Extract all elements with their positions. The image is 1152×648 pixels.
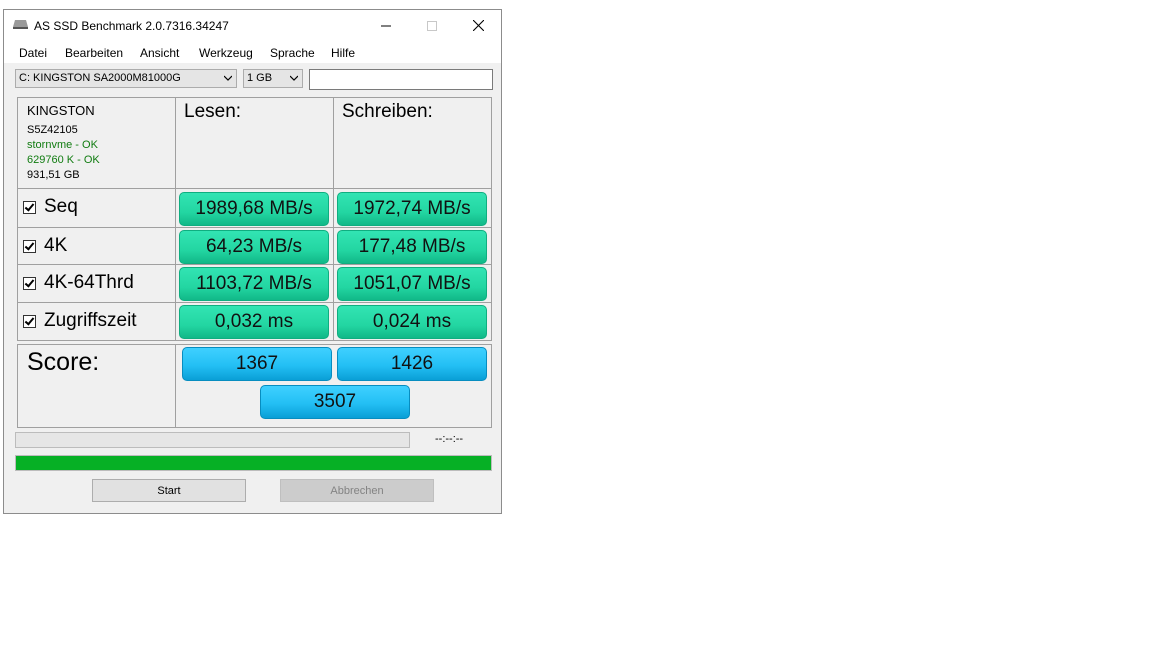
drive-name: KINGSTON: [27, 103, 95, 118]
4k-write-result: 177,48 MB/s: [337, 230, 487, 264]
drive-select[interactable]: C: KINGSTON SA2000M81000G: [15, 69, 237, 88]
4k64-checkbox-row[interactable]: 4K-64Thrd: [23, 272, 134, 294]
checkbox-checked-icon[interactable]: [23, 239, 36, 253]
minimize-icon: [381, 25, 391, 26]
score-label: Score:: [27, 348, 100, 376]
maximize-icon: [427, 20, 437, 31]
alignment-status: 629760 K - OK: [27, 154, 100, 166]
menu-ansicht[interactable]: Ansicht: [140, 46, 179, 60]
text-field[interactable]: [309, 69, 493, 90]
4k64-label: 4K-64Thrd: [44, 272, 134, 293]
access-label: Zugriffszeit: [44, 310, 137, 331]
app-window: AS SSD Benchmark 2.0.7316.34247 Datei Be…: [3, 9, 502, 514]
menu-werkzeug[interactable]: Werkzeug: [199, 46, 253, 60]
menu-bearbeiten[interactable]: Bearbeiten: [65, 46, 123, 60]
drive-select-value: C: KINGSTON SA2000M81000G: [19, 72, 181, 84]
score-read: 1367: [182, 347, 332, 381]
current-progress-bar: [15, 432, 410, 448]
access-checkbox-row[interactable]: Zugriffszeit: [23, 310, 137, 332]
score-total: 3507: [260, 385, 410, 419]
seq-read-result: 1989,68 MB/s: [179, 192, 329, 226]
minimize-button[interactable]: [363, 10, 409, 41]
read-column-header: Lesen:: [184, 101, 242, 122]
checkbox-checked-icon[interactable]: [23, 314, 36, 328]
access-write-result: 0,024 ms: [337, 305, 487, 339]
score-write: 1426: [337, 347, 487, 381]
menu-bar: Datei Bearbeiten Ansicht Werkzeug Sprach…: [4, 41, 501, 63]
seq-write-result: 1972,74 MB/s: [337, 192, 487, 226]
total-progress-fill: [16, 456, 491, 470]
drive-capacity: 931,51 GB: [27, 169, 80, 181]
menu-hilfe[interactable]: Hilfe: [331, 46, 355, 60]
abort-button[interactable]: Abbrechen: [280, 479, 434, 502]
seq-checkbox-row[interactable]: Seq: [23, 196, 78, 218]
maximize-button[interactable]: [409, 10, 455, 41]
close-icon: [472, 20, 484, 31]
4k64-write-result: 1051,07 MB/s: [337, 267, 487, 301]
total-progress-bar: [15, 455, 492, 471]
drive-serial: S5Z42105: [27, 124, 78, 136]
driver-status: stornvme - OK: [27, 139, 98, 151]
menu-sprache[interactable]: Sprache: [270, 46, 315, 60]
checkbox-checked-icon[interactable]: [23, 200, 36, 214]
4k-label: 4K: [44, 235, 68, 256]
chevron-down-icon: [224, 75, 232, 81]
drive-icon: [13, 20, 28, 29]
title-bar: AS SSD Benchmark 2.0.7316.34247: [4, 10, 501, 41]
seq-label: Seq: [44, 196, 78, 217]
close-button[interactable]: [455, 10, 501, 41]
size-select-value: 1 GB: [247, 72, 273, 84]
elapsed-time: --:--:--: [435, 433, 464, 445]
access-read-result: 0,032 ms: [179, 305, 329, 339]
4k-read-result: 64,23 MB/s: [179, 230, 329, 264]
write-column-header: Schreiben:: [342, 101, 433, 122]
4k64-read-result: 1103,72 MB/s: [179, 267, 329, 301]
window-title: AS SSD Benchmark 2.0.7316.34247: [34, 19, 229, 33]
4k-checkbox-row[interactable]: 4K: [23, 235, 67, 257]
menu-datei[interactable]: Datei: [19, 46, 47, 60]
checkbox-checked-icon[interactable]: [23, 276, 36, 290]
start-button[interactable]: Start: [92, 479, 246, 502]
chevron-down-icon: [290, 75, 298, 81]
size-select[interactable]: 1 GB: [243, 69, 303, 88]
